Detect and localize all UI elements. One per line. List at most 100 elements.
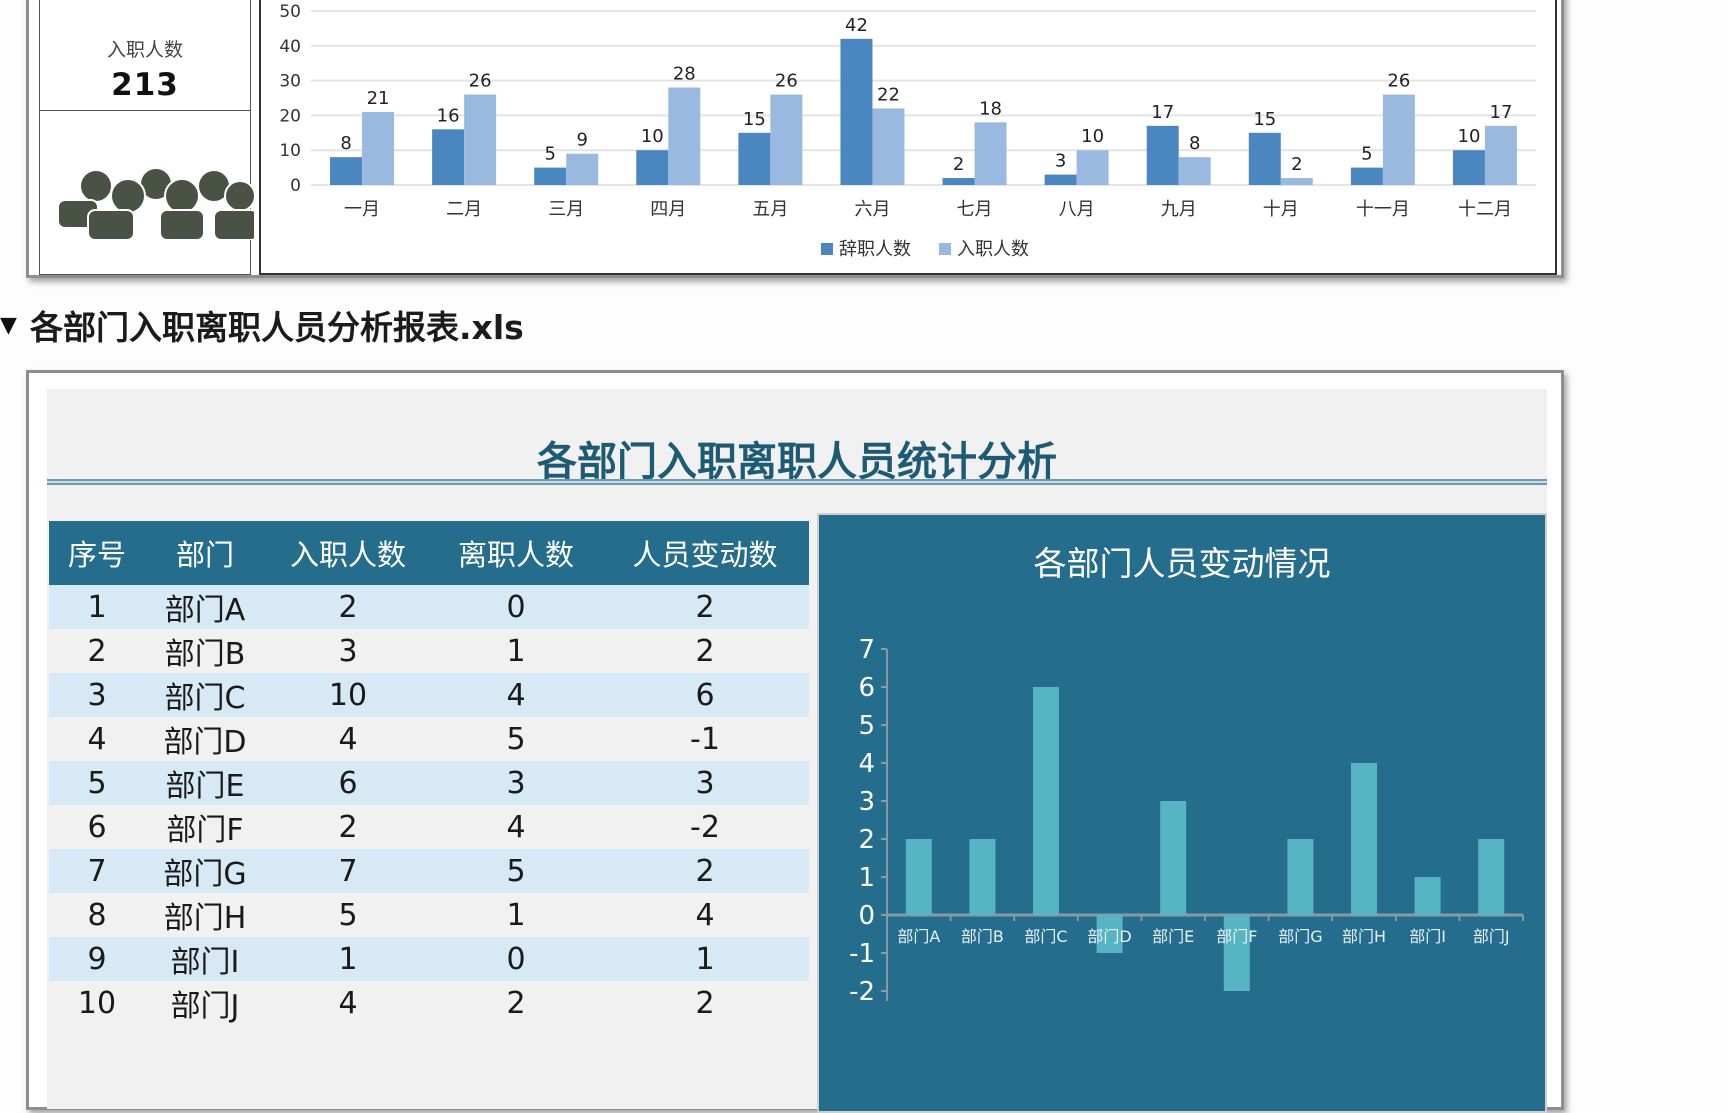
data-label: 15 xyxy=(743,109,766,130)
y-tick-label: 7 xyxy=(858,635,875,665)
bar-resign xyxy=(1146,125,1179,185)
bar-resign xyxy=(1452,150,1485,185)
bar-hire xyxy=(464,94,497,185)
data-label: 3 xyxy=(1055,151,1066,172)
cell-resigned: 3 xyxy=(431,761,601,805)
cell-department: 部门A xyxy=(145,585,265,629)
cell-hired: 1 xyxy=(265,937,431,981)
cell-index: 3 xyxy=(49,673,145,717)
cell-index: 5 xyxy=(49,761,145,805)
x-tick-label: 一月 xyxy=(344,199,380,220)
x-tick-label: 部门A xyxy=(897,927,940,946)
table-row: 2 部门B 3 1 2 xyxy=(49,629,809,673)
bar-hire xyxy=(362,111,395,185)
bar-resign xyxy=(330,157,363,185)
cell-index: 9 xyxy=(49,937,145,981)
data-label: 28 xyxy=(673,64,696,85)
data-label: 2 xyxy=(953,154,964,175)
table-row: 4 部门D 4 5 -1 xyxy=(49,717,809,761)
data-label: 10 xyxy=(1081,126,1104,147)
header-hired: 入职人数 xyxy=(265,521,431,585)
bar-change xyxy=(1478,839,1505,915)
cell-index: 10 xyxy=(49,981,145,1025)
legend-label: 入职人数 xyxy=(957,239,1029,260)
cell-hired: 10 xyxy=(265,673,431,717)
cell-index: 6 xyxy=(49,805,145,849)
collapse-triangle-icon[interactable]: ▼ xyxy=(0,313,30,338)
file-section-heading[interactable]: ▼ 各部门入职离职人员分析报表.xls xyxy=(0,300,524,350)
cell-resigned: 1 xyxy=(431,629,601,673)
cell-resigned: 5 xyxy=(431,717,601,761)
data-label: 5 xyxy=(544,144,555,165)
table-row: 6 部门F 2 4 -2 xyxy=(49,805,809,849)
cell-resigned: 4 xyxy=(431,673,601,717)
cell-change: 2 xyxy=(601,629,809,673)
y-tick-label: 30 xyxy=(279,72,301,92)
cell-resigned: 4 xyxy=(431,805,601,849)
bar-resign xyxy=(1044,174,1077,185)
data-label: 17 xyxy=(1490,102,1513,123)
bar-change xyxy=(1351,763,1377,915)
report-card: 各部门入职离职人员统计分析 序号 部门 入职人数 离职人数 人员变动数 1 部门A… xyxy=(26,370,1564,1113)
bar-change xyxy=(1160,801,1187,915)
data-label: 18 xyxy=(979,98,1002,119)
table-row: 1 部门A 2 0 2 xyxy=(49,585,809,629)
bar-hire xyxy=(872,108,905,185)
x-tick-label: 部门B xyxy=(961,927,1004,946)
hire-count-label: 入职人数 xyxy=(106,39,183,61)
data-label: 26 xyxy=(1387,71,1410,92)
cell-change: 4 xyxy=(601,893,809,937)
data-label: 16 xyxy=(437,105,460,126)
hire-summary-box: 入职人数 213 xyxy=(39,0,254,275)
cell-index: 4 xyxy=(49,717,145,761)
legend-label: 辞职人数 xyxy=(839,239,911,260)
data-label: 9 xyxy=(576,130,587,151)
bar-resign xyxy=(636,150,669,185)
bar-change xyxy=(1287,839,1314,915)
data-label: 21 xyxy=(367,88,390,109)
x-tick-label: 四月 xyxy=(650,199,686,220)
bar-hire xyxy=(1484,125,1517,185)
x-tick-label: 部门D xyxy=(1087,927,1131,946)
y-tick-label: 6 xyxy=(858,673,875,703)
cell-hired: 2 xyxy=(265,805,431,849)
x-tick-label: 部门H xyxy=(1342,927,1386,946)
bar-hire xyxy=(668,87,701,185)
x-tick-label: 部门J xyxy=(1473,927,1510,946)
bar-hire xyxy=(1280,178,1313,185)
x-tick-label: 八月 xyxy=(1059,199,1095,220)
y-tick-label: 4 xyxy=(858,749,875,779)
y-tick-label: 0 xyxy=(290,176,301,196)
cell-hired: 6 xyxy=(265,761,431,805)
cell-hired: 4 xyxy=(265,981,431,1025)
cell-index: 7 xyxy=(49,849,145,893)
bar-hire xyxy=(974,122,1007,185)
data-label: 42 xyxy=(845,15,868,36)
table-row: 8 部门H 5 1 4 xyxy=(49,893,809,937)
cell-department: 部门E xyxy=(145,761,265,805)
table-header-row: 序号 部门 入职人数 离职人数 人员变动数 xyxy=(49,521,809,585)
cell-department: 部门C xyxy=(145,673,265,717)
y-tick-label: 0 xyxy=(858,901,875,931)
cell-department: 部门B xyxy=(145,629,265,673)
y-tick-label: 2 xyxy=(858,825,875,855)
header-department: 部门 xyxy=(145,521,265,585)
x-tick-label: 七月 xyxy=(957,199,993,220)
cell-index: 2 xyxy=(49,629,145,673)
cell-resigned: 0 xyxy=(431,937,601,981)
bar-change xyxy=(1414,877,1441,915)
bar-resign xyxy=(738,132,771,185)
table-row: 3 部门C 10 4 6 xyxy=(49,673,809,717)
legend-swatch xyxy=(821,243,833,255)
bar-resign xyxy=(1350,167,1383,185)
x-tick-label: 六月 xyxy=(854,199,890,220)
cell-resigned: 2 xyxy=(431,981,601,1025)
cell-resigned: 0 xyxy=(431,585,601,629)
data-label: 17 xyxy=(1151,102,1174,123)
department-change-chart-panel: 各部门人员变动情况 -2 -1 0 1 2 3 4 5 6 7 部门A 部门B 部门C 部门D 部门E 部门F… xyxy=(817,513,1547,1113)
spreadsheet-preview: 各部门入职离职人员统计分析 序号 部门 入职人数 离职人数 人员变动数 1 部门A… xyxy=(47,389,1547,1113)
data-label: 2 xyxy=(1291,154,1302,175)
data-label: 10 xyxy=(1458,126,1481,147)
x-tick-label: 二月 xyxy=(446,199,482,220)
cell-resigned: 5 xyxy=(431,849,601,893)
